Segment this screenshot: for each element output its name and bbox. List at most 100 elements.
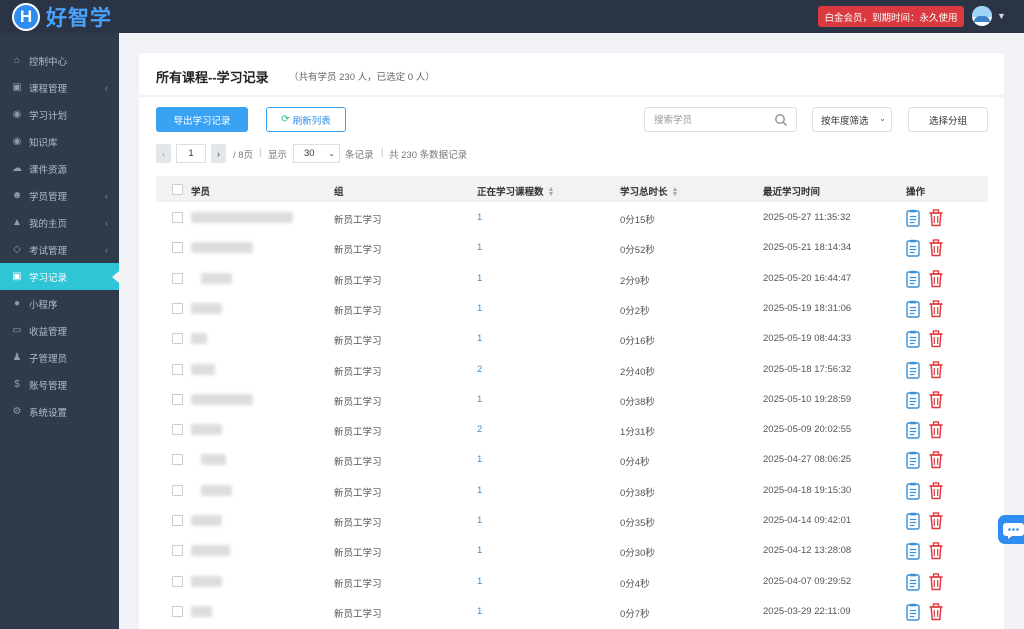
sidebar-item-miniprogram[interactable]: ● 小程序 <box>0 290 119 317</box>
sidebar-item-dashboard[interactable]: ⌂ 控制中心 <box>0 47 119 74</box>
student-name-redacted[interactable] <box>191 515 222 526</box>
delete-icon[interactable] <box>928 330 944 348</box>
student-name-redacted[interactable] <box>201 272 232 284</box>
view-details-icon[interactable] <box>906 421 920 439</box>
gear-icon: ⚙ <box>12 405 22 417</box>
row-checkbox[interactable] <box>172 575 183 587</box>
view-details-icon[interactable] <box>906 270 920 288</box>
row-checkbox[interactable] <box>172 363 183 375</box>
search-icon[interactable] <box>774 113 788 127</box>
view-details-icon[interactable] <box>906 482 920 500</box>
delete-icon[interactable] <box>928 542 944 560</box>
sidebar-item-homepage[interactable]: ▲ 我的主页 ‹ <box>0 209 119 236</box>
student-name-redacted[interactable] <box>191 393 253 405</box>
column-courses-label: 正在学习课程数 <box>477 187 544 198</box>
view-details-icon[interactable] <box>906 361 920 379</box>
student-name-redacted[interactable] <box>191 212 293 223</box>
table-row: 新员工学习 1 0分16秒 2025-05-19 08:44:33 <box>156 324 988 354</box>
row-checkbox[interactable] <box>172 454 183 466</box>
student-name-redacted[interactable] <box>201 484 232 496</box>
row-checkbox[interactable] <box>172 393 183 405</box>
search-input[interactable] <box>654 113 774 127</box>
row-checkbox[interactable] <box>172 333 183 345</box>
view-details-icon[interactable] <box>906 391 920 409</box>
sidebar-item-sub-admins[interactable]: ♟ 子管理员 <box>0 344 119 371</box>
row-checkbox[interactable] <box>172 515 183 526</box>
cell-group: 新员工学习 <box>334 487 382 499</box>
sidebar-item-courses[interactable]: ▣ 课程管理 ‹ <box>0 74 119 101</box>
student-name-redacted[interactable] <box>191 333 207 345</box>
delete-icon[interactable] <box>928 360 944 379</box>
sidebar-item-revenue[interactable]: ▭ 收益管理 <box>0 317 119 344</box>
sidebar-item-study-plan[interactable]: ◉ 学习计划 <box>0 101 119 128</box>
view-details-icon[interactable] <box>906 603 920 621</box>
sidebar-item-exams[interactable]: ◇ 考试管理 ‹ <box>0 236 119 263</box>
student-name-redacted[interactable] <box>191 545 230 557</box>
column-courses[interactable]: 正在学习课程数 ▲ ▼ <box>477 184 554 198</box>
delete-icon[interactable] <box>928 239 944 257</box>
sidebar-item-accounts[interactable]: $ 账号管理 <box>0 371 119 398</box>
cell-duration: 0分52秒 <box>620 245 655 257</box>
select-all-checkbox[interactable] <box>172 184 183 195</box>
page-number-input[interactable]: 1 <box>176 144 206 163</box>
avatar[interactable] <box>972 6 992 26</box>
sort-icon[interactable]: ▲ ▼ <box>548 186 555 198</box>
cell-last-time: 2025-05-19 18:31:06 <box>763 302 852 314</box>
row-checkbox[interactable] <box>172 545 183 557</box>
view-details-icon[interactable] <box>906 512 920 530</box>
student-name-redacted[interactable] <box>191 302 222 314</box>
row-checkbox[interactable] <box>172 272 183 284</box>
row-checkbox[interactable] <box>172 212 183 223</box>
delete-icon[interactable] <box>928 451 944 469</box>
cell-last-time: 2025-04-07 09:29:52 <box>763 575 852 587</box>
sidebar-item-settings[interactable]: ⚙ 系统设置 <box>0 398 119 425</box>
sidebar-item-resources[interactable]: ☁ 课件资源 <box>0 155 119 182</box>
year-filter-select[interactable]: 按年度筛选 ⌄ <box>812 107 892 132</box>
chat-support-button[interactable] <box>998 515 1024 544</box>
select-group-button[interactable]: 选择分组 <box>908 107 988 132</box>
logo[interactable]: H 好智学 <box>12 2 112 31</box>
view-details-icon[interactable] <box>906 542 920 560</box>
view-details-icon[interactable] <box>906 451 920 470</box>
student-name-redacted[interactable] <box>201 454 226 466</box>
view-details-icon[interactable] <box>906 209 920 227</box>
membership-badge[interactable]: 白金会员，到期时间：永久使用 <box>818 6 964 27</box>
delete-icon[interactable] <box>928 209 944 227</box>
student-name-redacted[interactable] <box>191 424 222 436</box>
delete-icon[interactable] <box>928 481 944 500</box>
view-details-icon[interactable] <box>906 239 920 257</box>
delete-icon[interactable] <box>928 512 944 530</box>
delete-icon[interactable] <box>928 391 944 409</box>
row-checkbox[interactable] <box>172 302 183 314</box>
row-checkbox[interactable] <box>172 605 183 617</box>
refresh-list-button[interactable]: ⟳ 刷新列表 <box>266 107 346 132</box>
student-name-redacted[interactable] <box>191 363 215 375</box>
delete-icon[interactable] <box>928 269 944 288</box>
cell-last-time: 2025-05-09 20:02:55 <box>763 424 852 436</box>
export-records-button[interactable]: 导出学习记录 <box>156 107 248 132</box>
sidebar-item-label: 考试管理 <box>29 245 68 257</box>
delete-icon[interactable] <box>928 421 944 439</box>
row-checkbox[interactable] <box>172 424 183 436</box>
view-details-icon[interactable] <box>906 330 920 348</box>
delete-icon[interactable] <box>928 300 944 318</box>
row-checkbox[interactable] <box>172 484 183 496</box>
delete-icon[interactable] <box>928 603 944 621</box>
row-checkbox[interactable] <box>172 242 183 254</box>
student-name-redacted[interactable] <box>191 242 253 254</box>
sidebar-item-knowledge[interactable]: ◉ 知识库 <box>0 128 119 155</box>
sidebar-item-students[interactable]: ☻ 学员管理 ‹ <box>0 182 119 209</box>
page-size-value: 30 <box>304 148 315 159</box>
page-size-select[interactable]: 30 ⌄ <box>293 144 340 163</box>
next-page-button[interactable]: › <box>211 144 226 163</box>
sort-icon[interactable]: ▲ ▼ <box>672 186 679 198</box>
student-name-redacted[interactable] <box>191 575 222 587</box>
prev-page-button[interactable]: ‹ <box>156 144 171 163</box>
chevron-down-icon[interactable]: ▼ <box>997 11 1006 21</box>
delete-icon[interactable] <box>928 572 944 591</box>
sidebar-item-study-records[interactable]: ▣ 学习记录 <box>0 263 119 290</box>
view-details-icon[interactable] <box>906 300 920 318</box>
view-details-icon[interactable] <box>906 573 920 591</box>
student-name-redacted[interactable] <box>191 605 212 617</box>
column-duration[interactable]: 学习总时长 ▲ ▼ <box>620 184 678 198</box>
